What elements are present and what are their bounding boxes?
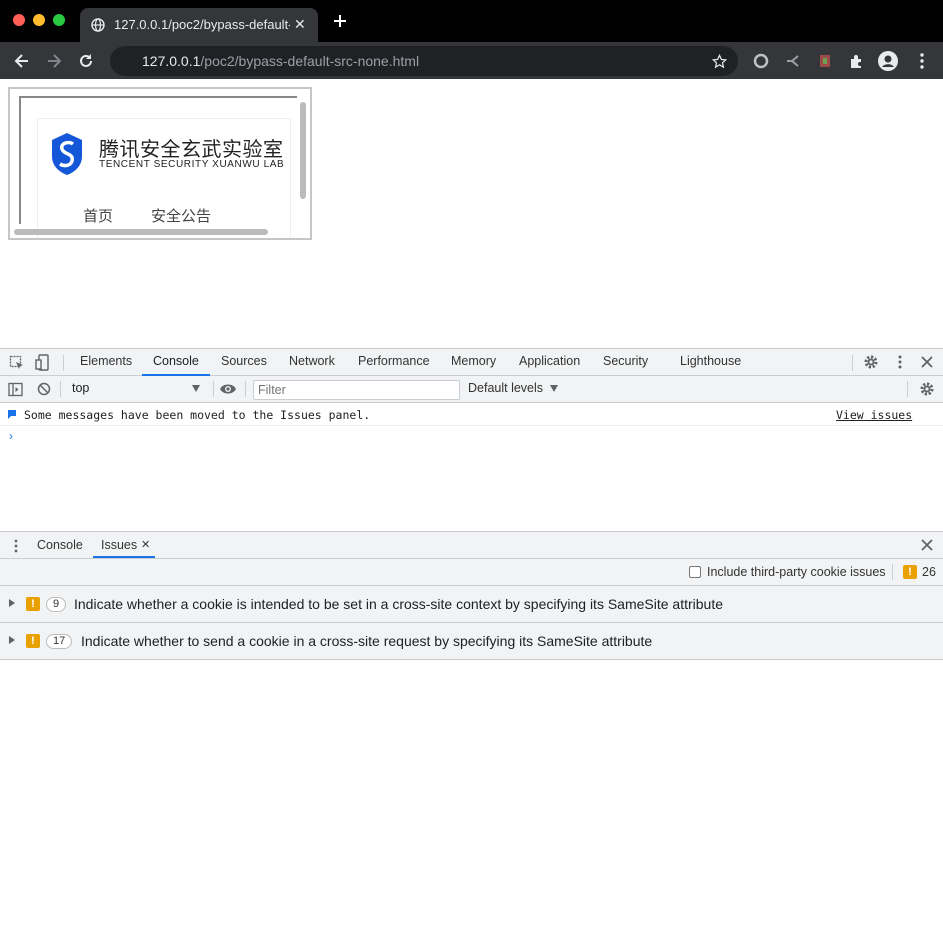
extension-record-icon[interactable] [751,51,771,71]
address-url: 127.0.0.1/poc2/bypass-default-src-none.h… [142,53,420,69]
warning-icon: ! [26,634,40,648]
iframe-vertical-scrollbar[interactable] [300,102,306,199]
brand-name-zh: 腾讯安全玄武实验室 [99,139,284,161]
tab-separator [852,355,853,371]
browser-menu-icon[interactable] [912,51,932,71]
toolbar-separator [907,381,908,397]
tab-performance[interactable]: Performance [358,354,430,368]
inspect-element-icon[interactable] [9,355,25,371]
console-prompt[interactable]: › [9,429,13,443]
live-expression-eye-icon[interactable] [219,383,237,395]
expand-triangle-icon[interactable] [9,636,15,644]
bookmark-star-icon[interactable] [712,54,727,69]
filter-input-box [253,380,460,400]
inner-frame: 腾讯安全玄武实验室 TENCENT SECURITY XUANWU LAB 首页… [19,96,297,238]
close-drawer-icon[interactable] [920,538,934,552]
close-devtools-icon[interactable] [920,355,934,369]
issue-row[interactable]: ! 17 Indicate whether to send a cookie i… [0,623,943,660]
browser-toolbar: 127.0.0.1/poc2/bypass-default-src-none.h… [0,42,943,79]
browser-tab-strip: 127.0.0.1/poc2/bypass-default-src-none.h… [0,0,943,42]
log-levels-label: Default levels [468,381,544,395]
tab-title: 127.0.0.1/poc2/bypass-default-src-none.h… [114,17,290,32]
chevron-down-icon [549,385,558,392]
maximize-window-button[interactable] [53,14,65,26]
browser-tab[interactable]: 127.0.0.1/poc2/bypass-default-src-none.h… [80,8,318,42]
warning-icon: ! [903,565,917,579]
extensions-puzzle-icon[interactable] [847,51,867,71]
brand-name-en: TENCENT SECURITY XUANWU LAB [99,159,285,170]
page-viewport: 腾讯安全玄武实验室 TENCENT SECURITY XUANWU LAB 首页… [0,79,943,348]
third-party-cookie-checkbox[interactable] [689,566,701,578]
drawer-menu-icon[interactable] [9,538,23,554]
nav-home-link[interactable]: 首页 [83,205,113,226]
tab-application[interactable]: Application [519,354,580,368]
more-options-icon[interactable] [892,354,908,370]
close-window-button[interactable] [13,14,25,26]
iframe-horizontal-scrollbar[interactable] [14,229,268,235]
tab-console[interactable]: Console [153,354,199,368]
context-selector[interactable]: top [66,380,208,398]
console-settings-gear-icon[interactable] [919,381,935,397]
context-value: top [72,381,90,395]
console-message: Some messages have been moved to the Iss… [0,403,943,426]
third-party-cookie-label: Include third-party cookie issues [707,565,886,579]
reload-icon[interactable] [76,51,96,71]
issue-count: 26 [922,565,936,579]
expand-triangle-icon[interactable] [9,599,15,607]
new-tab-icon[interactable] [331,12,349,30]
view-issues-link[interactable]: View issues [836,408,912,422]
tab-close-icon[interactable]: ✕ [294,16,306,33]
log-levels-dropdown[interactable]: Default levels [468,381,558,395]
issue-title: Indicate whether to send a cookie in a c… [81,633,653,649]
issue-count-badge: 9 [46,597,67,612]
devtools-tab-bar: Elements Console Sources Network Perform… [0,348,943,376]
settings-gear-icon[interactable] [863,354,879,370]
address-bar[interactable]: 127.0.0.1/poc2/bypass-default-src-none.h… [110,46,738,76]
toolbar-separator [892,564,893,580]
extension-branch-icon[interactable] [783,51,803,71]
tab-security[interactable]: Security [603,354,648,368]
console-message-text: Some messages have been moved to the Iss… [24,408,371,422]
device-toolbar-icon[interactable] [35,354,51,371]
info-flag-icon [8,410,16,419]
clear-console-icon[interactable] [37,382,51,396]
forward-icon[interactable] [44,51,64,71]
iframe-frame: 腾讯安全玄武实验室 TENCENT SECURITY XUANWU LAB 首页… [8,87,312,240]
toolbar-separator [60,381,61,397]
minimize-window-button[interactable] [33,14,45,26]
drawer-tab-console[interactable]: Console [37,538,83,552]
active-drawer-tab-indicator [93,556,155,558]
close-issues-tab-icon[interactable]: ✕ [141,538,150,551]
issues-toolbar: Include third-party cookie issues ! 26 [0,559,943,586]
back-icon[interactable] [12,51,32,71]
globe-icon [91,18,105,32]
issue-title: Indicate whether a cookie is intended to… [74,596,724,612]
extension-app-icon[interactable] [815,51,835,71]
nav-security-bulletin-link[interactable]: 安全公告 [151,205,211,226]
filter-input[interactable] [258,383,453,397]
tab-lighthouse[interactable]: Lighthouse [680,354,741,368]
toolbar-separator [245,381,246,397]
site-header-card: 腾讯安全玄武实验室 TENCENT SECURITY XUANWU LAB 首页… [37,118,291,238]
tab-elements[interactable]: Elements [80,354,132,368]
tab-sources[interactable]: Sources [221,354,267,368]
toolbar-separator [213,381,214,397]
drawer-tab-bar: Console Issues ✕ [0,531,943,559]
tab-network[interactable]: Network [289,354,335,368]
warning-icon: ! [26,597,40,611]
drawer-tab-issues[interactable]: Issues [101,538,137,552]
show-sidebar-icon[interactable] [8,382,23,397]
issue-count-badge: 17 [46,634,73,649]
console-toolbar: top Default levels [0,376,943,403]
xuanwu-logo-icon [52,133,82,175]
chevron-down-icon [192,385,200,392]
tab-separator [63,355,64,371]
issue-row[interactable]: ! 9 Indicate whether a cookie is intende… [0,586,943,623]
tab-memory[interactable]: Memory [451,354,496,368]
profile-avatar-icon[interactable] [878,51,898,71]
